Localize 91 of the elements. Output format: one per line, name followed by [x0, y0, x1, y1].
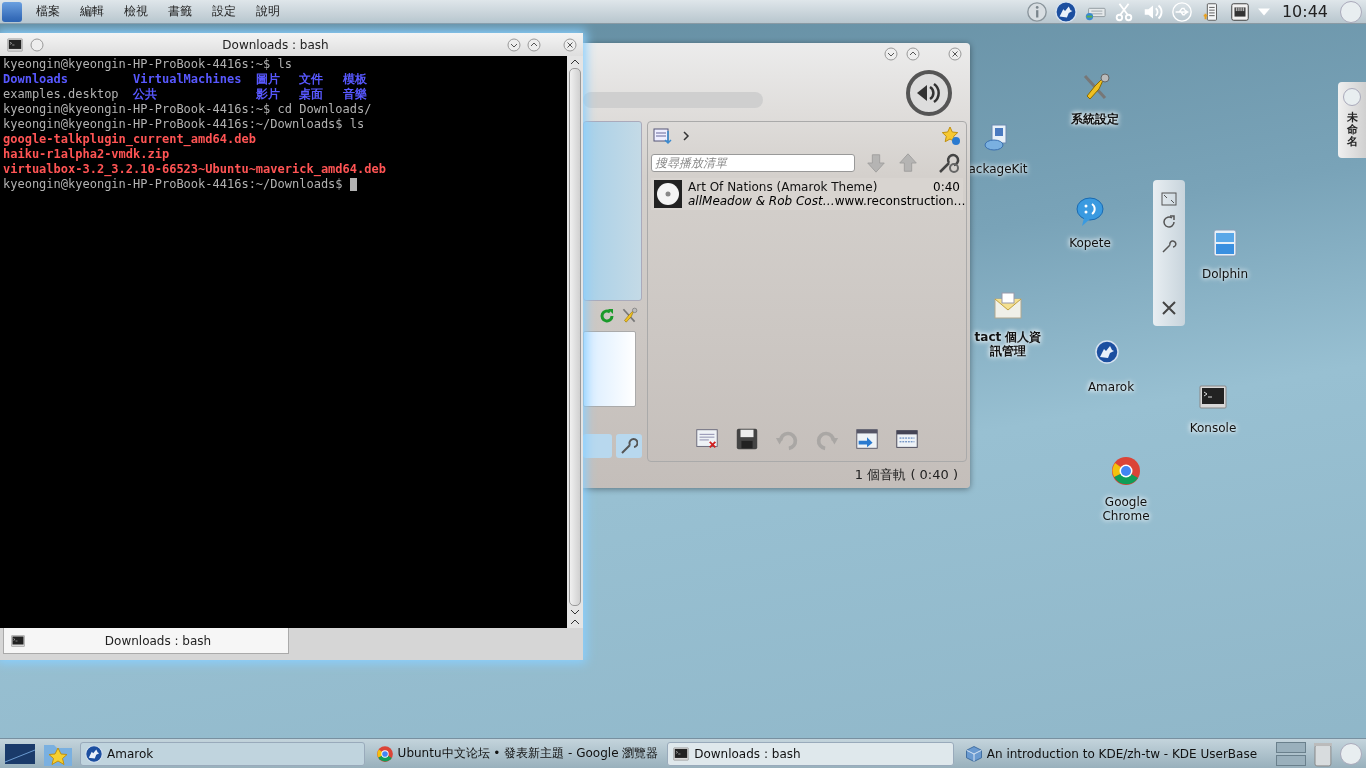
- taskbar-button[interactable]: Downloads : bash: [667, 741, 954, 766]
- menu-item[interactable]: 書籤: [162, 3, 198, 20]
- wolf-icon: [1054, 0, 1077, 23]
- file-name: 音樂: [342, 87, 367, 101]
- close-button[interactable]: [948, 47, 962, 61]
- disc-icon: [656, 182, 680, 206]
- desktop-icon-label[interactable]: tact 個人資訊管理: [973, 330, 1043, 358]
- track-title: Art Of Nations (Amarok Theme): [688, 180, 879, 194]
- settings-button[interactable]: [616, 434, 642, 458]
- star-icon[interactable]: [941, 126, 961, 146]
- clock: 10:44: [1281, 2, 1328, 21]
- terminal-icon: [672, 744, 691, 763]
- file-name: 桌面: [299, 87, 324, 101]
- panel-tab[interactable]: 未命名: [1338, 82, 1366, 158]
- desktop-icon-label[interactable]: Kopete: [1069, 236, 1111, 250]
- terminal-line: kyeongin@kyeongin-HP-ProBook-4416s:~/Downloads$: [3, 177, 343, 192]
- network-port-icon: [1228, 0, 1251, 23]
- desktop-icon-label[interactable]: Google Chrome: [1081, 495, 1171, 523]
- terminal-line: google-talkplugin_current_amd64.deb: [3, 132, 256, 147]
- resize-icon[interactable]: [1161, 192, 1177, 206]
- track-length: 0:40: [933, 180, 960, 194]
- file-name: 影片: [255, 87, 280, 101]
- playlist-row[interactable]: Art Of Nations (Amarok Theme) 0:40 allMeadow & Rob Cost…www.reconstruction…: [651, 178, 963, 210]
- maximize-button[interactable]: [527, 37, 541, 52]
- panel-tab-label: 未命名: [1346, 112, 1358, 149]
- desktop-icon-label[interactable]: Dolphin: [1201, 267, 1249, 281]
- scroll-up-icon[interactable]: [570, 618, 580, 626]
- save-icon: [734, 426, 760, 452]
- down-arrow-icon: [865, 152, 887, 174]
- terminal-line: haiku-r1alpha2-vmdk.zip: [3, 147, 170, 162]
- playlist-icon[interactable]: [653, 127, 673, 145]
- desktop-icon-label[interactable]: Amarok: [1087, 380, 1135, 394]
- menu-item[interactable]: 設定: [206, 3, 242, 20]
- file-name: 文件: [299, 72, 324, 86]
- desktop-icon-label[interactable]: Konsole: [1189, 421, 1237, 435]
- menu-item[interactable]: 說明: [250, 3, 286, 20]
- file-name: VirtualMachines: [133, 72, 242, 86]
- file-name: 公共: [133, 87, 158, 101]
- speaker-logo-icon: [906, 70, 952, 116]
- envelope-icon: [992, 290, 1024, 322]
- up-arrow-icon: [897, 152, 919, 174]
- terminal-line: kyeongin@kyeongin-HP-ProBook-4416s:~$ ls: [3, 57, 292, 72]
- widget-handle[interactable]: [1153, 180, 1185, 326]
- window-title: Downloads : bash: [221, 37, 330, 52]
- scrollbar[interactable]: [567, 56, 583, 628]
- queue-icon: [854, 426, 880, 452]
- taskbar-button[interactable]: Ubuntu中文论坛 • 發表新主題 - Google 瀏覽器: [370, 741, 662, 766]
- status-text: 1 個音軌 ( 0:40 ): [854, 466, 958, 484]
- search-field[interactable]: 搜尋播放清單: [651, 154, 855, 172]
- close-icon[interactable]: [1161, 300, 1177, 316]
- wolf-icon: [85, 744, 103, 763]
- desktop-icon-label[interactable]: ackageKit: [968, 162, 1028, 176]
- progress-track[interactable]: [583, 92, 763, 108]
- filter-field[interactable]: [583, 434, 612, 458]
- speech-bubble-icon: [1074, 196, 1106, 228]
- colored-wheel-icon: [1110, 455, 1142, 487]
- file-name: 圖片: [255, 72, 280, 86]
- desktop-icon-label[interactable]: 系統設定: [1071, 112, 1119, 126]
- queue-button[interactable]: [854, 426, 880, 452]
- track-album: www.reconstruction…: [834, 194, 966, 208]
- scroll-down-icon[interactable]: [570, 608, 580, 616]
- taskbar-button[interactable]: Amarok: [80, 741, 365, 766]
- rotate-icon[interactable]: [1161, 214, 1177, 230]
- file-name: examples.desktop: [3, 87, 119, 101]
- scroll-up-icon[interactable]: [570, 58, 580, 66]
- terminal-line: kyeongin@kyeongin-HP-ProBook-4416s:~/Downloads$ ls: [3, 117, 365, 132]
- file-name: 模板: [342, 72, 367, 86]
- menu-item[interactable]: 編輯: [74, 3, 110, 20]
- terminal-line: virtualbox-3.2_3.2.10-66523~Ubuntu~maverick_amd64.deb: [3, 162, 386, 177]
- track-artist: allMeadow & Rob Cost…: [688, 194, 835, 208]
- wrench-icon[interactable]: [1161, 238, 1177, 254]
- menu-item[interactable]: 檢視: [118, 3, 154, 20]
- tools-icon: [620, 307, 638, 325]
- terminal-line: kyeongin@kyeongin-HP-ProBook-4416s:~$ cd Downloads/: [3, 102, 372, 117]
- file-name: Downloads: [3, 72, 69, 86]
- terminal-icon: [6, 35, 24, 54]
- menu-item[interactable]: 檔案: [30, 3, 66, 20]
- terminal-tab[interactable]: Downloads : bash: [3, 628, 289, 654]
- save-button[interactable]: [734, 426, 760, 452]
- colored-wheel-icon: [375, 744, 394, 763]
- pager[interactable]: [1276, 741, 1307, 766]
- minimize-button[interactable]: [507, 37, 521, 52]
- terminal-icon: [10, 632, 26, 649]
- cube-icon: [964, 744, 983, 763]
- chevron-icon: [681, 130, 691, 142]
- taskbar-button[interactable]: An introduction to KDE/zh-tw - KDE UserBase: [959, 741, 1271, 766]
- close-button[interactable]: [563, 37, 577, 52]
- minimize-button[interactable]: [884, 47, 898, 61]
- maximize-button[interactable]: [906, 47, 920, 61]
- usb-icon: [1170, 0, 1193, 23]
- show-desktop-icon[interactable]: [4, 741, 36, 766]
